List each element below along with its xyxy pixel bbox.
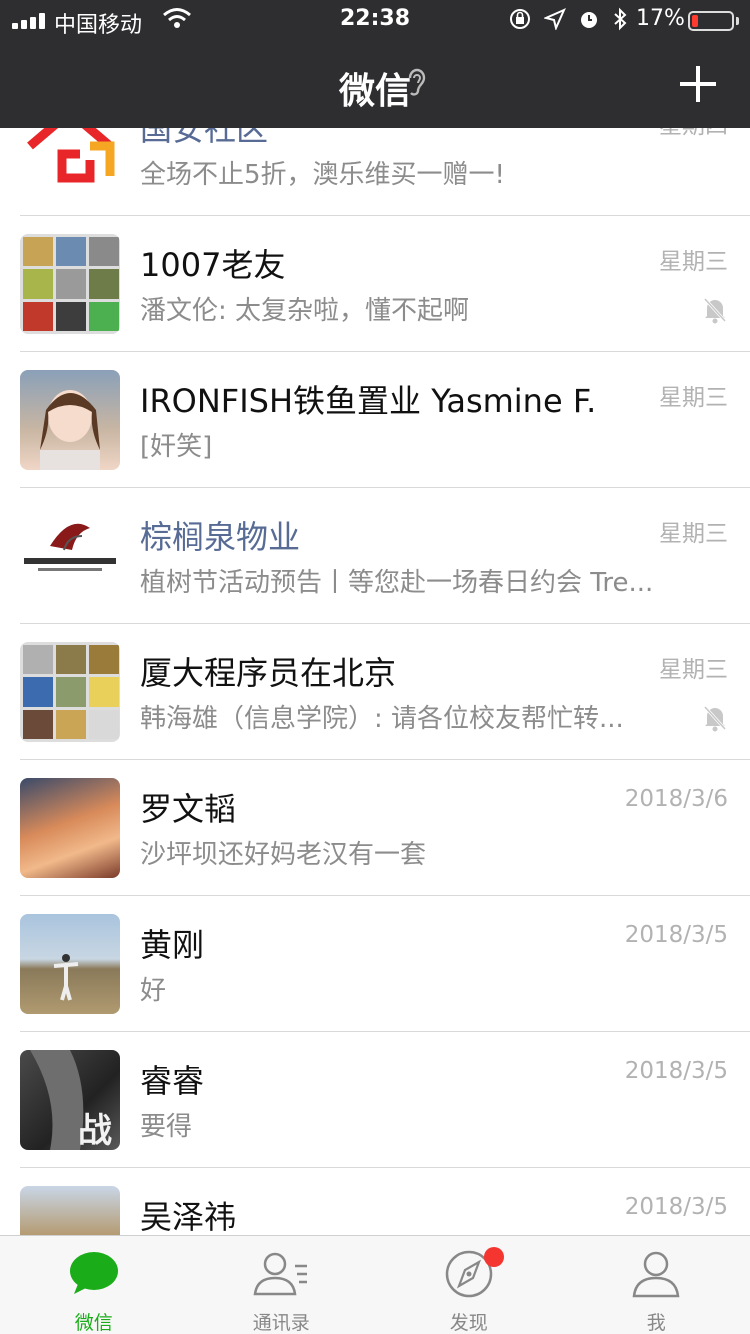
ear-icon [408,68,426,96]
battery-percent: 17% [636,6,685,31]
chat-name: 罗文韬 [140,790,237,828]
chat-name: 棕榈泉物业 [140,518,301,556]
mute-bell-icon [703,705,727,732]
battery-level-fill [692,15,698,27]
chat-name: 1007老友 [140,246,286,284]
location-arrow-icon [544,8,566,30]
chat-preview: 沙坪坝还好妈老汉有一套 [140,840,427,870]
chat-preview: 好 [140,976,167,1006]
top-bar: 中国移动 22:38 17% 微信 [0,0,750,128]
chat-time: 星期三 [659,521,728,547]
chat-preview: 韩海雄（信息学院）: 请各位校友帮忙转... [140,704,624,734]
chat-preview: 要得 [140,1112,193,1142]
group-avatar [20,642,120,742]
tab-label: 通讯录 [252,1312,310,1334]
chat-row[interactable]: IRONFISH铁鱼置业 Yasmine F. [奸笑] 星期三 [0,352,750,488]
avatar: 战 [20,1050,120,1150]
chat-row[interactable]: 厦大程序员在北京 韩海雄（信息学院）: 请各位校友帮忙转... 星期三 [0,624,750,760]
orientation-lock-icon [510,9,530,29]
avatar [20,506,120,606]
tab-bar: 微信 通讯录 发现 我 [0,1235,750,1334]
chat-time: 2018/3/5 [624,1194,728,1220]
tab-label: 我 [646,1312,666,1334]
chat-name: 厦大程序员在北京 [140,654,397,692]
chat-row[interactable]: 战 睿睿 要得 2018/3/5 [0,1032,750,1168]
chat-preview: [奸笑] [140,432,213,462]
svg-text:战: 战 [78,1111,112,1150]
chat-time: 星期三 [659,385,728,411]
avatar [20,914,120,1014]
contacts-icon [253,1252,308,1296]
chat-row[interactable]: 1007老友 潘文伦: 太复杂啦，懂不起啊 星期三 [0,216,750,352]
chat-name: IRONFISH铁鱼置业 Yasmine F. [140,382,597,420]
chat-preview: 全场不止5折，澳乐维买一赠一! [140,160,505,190]
alarm-clock-icon [581,12,597,28]
chat-time: 星期三 [659,249,728,275]
bluetooth-icon [614,7,627,31]
chat-preview: 植树节活动预告丨等您赴一场春日约会 Tre... [140,568,654,598]
tab-label: 微信 [74,1312,113,1334]
palmsprings-logo-icon [24,523,116,571]
chat-row[interactable]: 吴泽祎 2018/3/5 [0,1168,750,1235]
tab-discover[interactable]: 发现 [375,1236,563,1334]
avatar [20,1186,120,1235]
chat-row[interactable]: 黄刚 好 2018/3/5 [0,896,750,1032]
tab-me[interactable]: 我 [563,1236,750,1334]
chat-time: 2018/3/6 [624,786,728,812]
chat-list[interactable]: 国安社区 全场不止5折，澳乐维买一赠一! 星期四 1007老友 潘文伦: 太复杂… [0,80,750,1235]
mute-bell-icon [703,297,727,324]
chat-time: 2018/3/5 [624,922,728,948]
chat-row[interactable]: 棕榈泉物业 植树节活动预告丨等您赴一场春日约会 Tre... 星期三 [0,488,750,624]
discover-badge-dot [484,1247,504,1267]
avatar [20,370,120,470]
chat-bubble-icon [69,1252,118,1294]
avatar [20,778,120,878]
chat-row[interactable]: 罗文韬 沙坪坝还好妈老汉有一套 2018/3/6 [0,760,750,896]
chat-name: 吴泽祎 [140,1198,237,1235]
tab-label: 发现 [449,1312,488,1334]
person-icon [632,1251,680,1298]
add-button[interactable] [676,62,720,106]
tab-contacts[interactable]: 通讯录 [188,1236,376,1334]
page-title: 微信 [338,71,411,112]
chat-time: 星期三 [659,657,728,683]
battery-icon [688,11,734,31]
chat-name: 黄刚 [140,926,205,964]
chat-name: 睿睿 [140,1062,205,1100]
group-avatar [20,234,120,334]
tab-chats[interactable]: 微信 [0,1236,188,1334]
chat-time: 2018/3/5 [624,1058,728,1084]
chat-preview: 潘文伦: 太复杂啦，懂不起啊 [140,296,470,326]
status-bar: 中国移动 22:38 17% [0,0,750,40]
